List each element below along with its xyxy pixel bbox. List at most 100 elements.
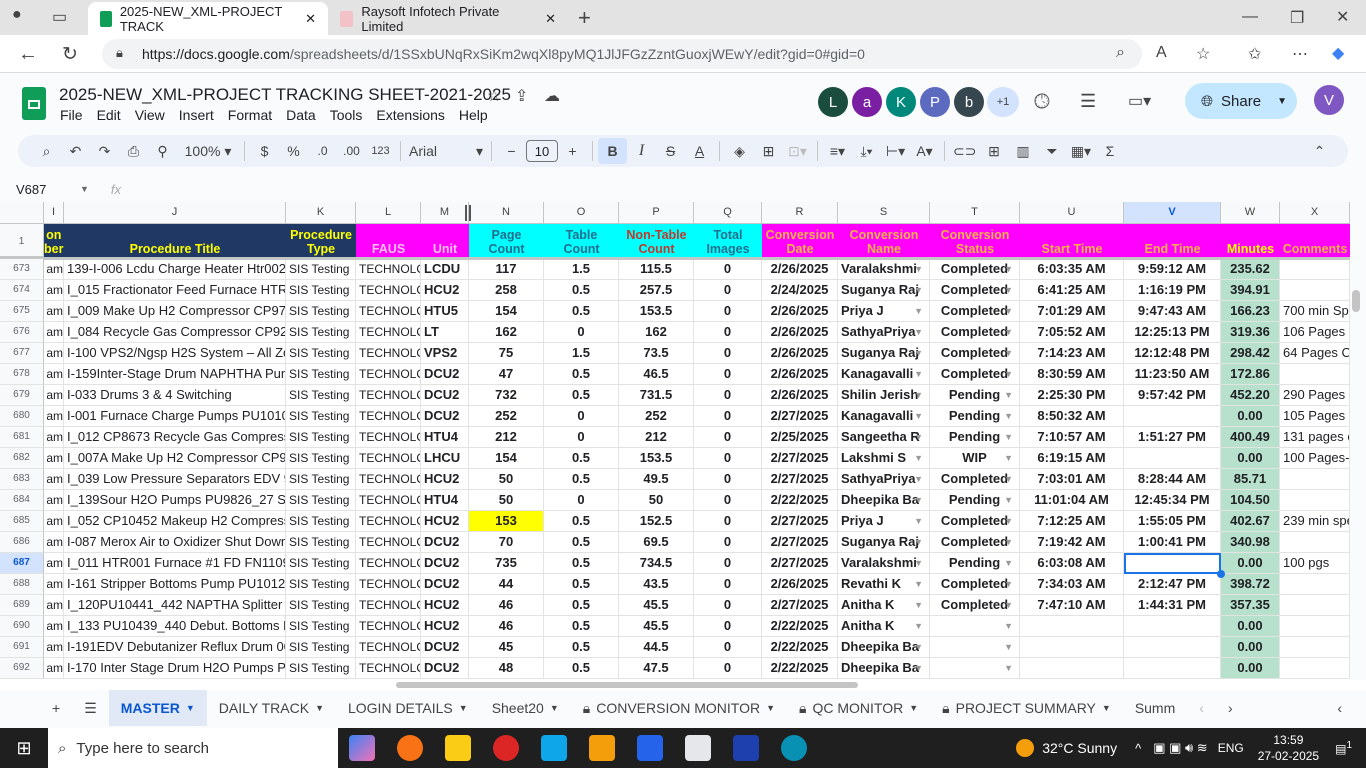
new-tab-icon[interactable]: + [578, 5, 591, 31]
row-header[interactable]: 682 [0, 448, 44, 469]
cell[interactable]: I-161 Stripper Bottoms Pump PU10128 (4 [64, 574, 286, 595]
app-icon[interactable] [589, 735, 615, 761]
cell[interactable]: 2/22/2025 [762, 616, 838, 637]
dropdown-arrow-icon[interactable]: ▼ [914, 553, 923, 573]
dropdown-arrow-icon[interactable]: ▼ [1004, 322, 1013, 342]
cell[interactable]: I-100 VPS2/Ngsp H2S System – All Zone [64, 343, 286, 364]
cell[interactable]: 0 [694, 574, 762, 595]
cell[interactable]: I-170 Inter Stage Drum H2O Pumps PU1 [64, 658, 286, 679]
cell[interactable]: TECHNOLOGY [356, 616, 421, 637]
horizontal-scrollbar-thumb[interactable] [396, 682, 858, 688]
cell[interactable]: 1:55:05 PM [1124, 511, 1221, 532]
cell[interactable]: 0 [694, 616, 762, 637]
paint-format-icon[interactable]: ⚲ [148, 138, 177, 164]
selected-cell[interactable] [1124, 553, 1221, 574]
cell[interactable]: am [44, 259, 64, 280]
cell[interactable]: 11:01:04 AM [1020, 490, 1124, 511]
cell[interactable]: LCDU [421, 259, 469, 280]
favorites-icon[interactable]: ✩ [1248, 44, 1261, 64]
cell[interactable]: 6:19:15 AM [1020, 448, 1124, 469]
cell[interactable]: TECHNOLOGY [356, 532, 421, 553]
currency-button[interactable]: $ [250, 138, 279, 164]
edge-icon[interactable] [781, 735, 807, 761]
conversion-status-dropdown[interactable]: Completed ▼ [930, 280, 1020, 301]
cell[interactable]: SIS Testing [286, 322, 356, 343]
cell[interactable]: 73.5 [619, 343, 694, 364]
cell[interactable]: I-033 Drums 3 & 4 Switching [64, 385, 286, 406]
cell[interactable]: 0 [694, 322, 762, 343]
cell[interactable]: 47.5 [619, 658, 694, 679]
column-header-S[interactable]: S [838, 202, 930, 224]
row-header[interactable]: 673 [0, 259, 44, 280]
cell[interactable]: 45.5 [619, 616, 694, 637]
conversion-status-dropdown[interactable]: ▼ [930, 658, 1020, 679]
conversion-status-dropdown[interactable]: Completed ▼ [930, 511, 1020, 532]
cell[interactable]: 2/26/2025 [762, 343, 838, 364]
row-header[interactable]: 679 [0, 385, 44, 406]
conversion-name-dropdown[interactable]: Suganya Raj ▼ [838, 280, 930, 301]
cell[interactable]: 2/25/2025 [762, 427, 838, 448]
zoom-select[interactable]: 100% ▾ [177, 138, 239, 164]
cell[interactable]: I_007A Make Up H2 Compressor CP971 [64, 448, 286, 469]
dropdown-arrow-icon[interactable]: ▼ [914, 490, 923, 510]
conversion-status-dropdown[interactable]: Completed ▼ [930, 469, 1020, 490]
minutes-cell[interactable]: 400.49 [1221, 427, 1280, 448]
cell[interactable]: 0 [694, 259, 762, 280]
cell[interactable] [1280, 616, 1350, 637]
cell[interactable]: 45.5 [619, 595, 694, 616]
cell[interactable]: 0.5 [544, 385, 619, 406]
cell[interactable]: 7:14:23 AM [1020, 343, 1124, 364]
read-aloud-icon[interactable]: A [1156, 44, 1167, 62]
cell[interactable]: 115.5 [619, 259, 694, 280]
dropdown-arrow-icon[interactable]: ▼ [1004, 364, 1013, 384]
cell[interactable]: 2/27/2025 [762, 532, 838, 553]
close-tab-icon[interactable]: ✕ [305, 11, 316, 27]
dropdown-arrow-icon[interactable]: ▼ [1004, 469, 1013, 489]
scroll-tabs-right-icon[interactable]: › [1216, 690, 1245, 726]
dropdown-arrow-icon[interactable]: ▼ [914, 616, 923, 636]
cell[interactable]: 2/26/2025 [762, 574, 838, 595]
minutes-cell[interactable]: 0.00 [1221, 616, 1280, 637]
column-header-V[interactable]: V [1124, 202, 1221, 224]
minutes-cell[interactable]: 0.00 [1221, 553, 1280, 574]
collaborator-avatar[interactable]: P [920, 87, 950, 117]
cell[interactable]: 212 [619, 427, 694, 448]
dropdown-arrow-icon[interactable]: ▼ [1004, 406, 1013, 426]
menu-data[interactable]: Data [286, 107, 316, 123]
minutes-cell[interactable]: 340.98 [1221, 532, 1280, 553]
frozen-row-divider[interactable] [44, 257, 1350, 260]
cell[interactable]: 0.5 [544, 280, 619, 301]
cell[interactable]: 100 pgs [1280, 553, 1350, 574]
insert-chart-icon[interactable]: ▥ [1008, 138, 1037, 164]
cell[interactable]: 239 min spe [1280, 511, 1350, 532]
functions-icon[interactable]: Σ [1095, 138, 1124, 164]
cell[interactable]: 0.5 [544, 595, 619, 616]
notifications-icon[interactable]: ▤1 [1335, 740, 1352, 756]
minutes-cell[interactable]: 398.72 [1221, 574, 1280, 595]
font-select[interactable]: Arial ▾ [406, 138, 486, 164]
collaborator-avatar[interactable]: K [886, 87, 916, 117]
filter-views-icon[interactable]: ▦▾ [1066, 138, 1095, 164]
cell[interactable]: 154 [469, 448, 544, 469]
cell[interactable] [1280, 574, 1350, 595]
side-panel-toggle-icon[interactable]: ‹ [1325, 690, 1354, 726]
cell[interactable]: 0 [544, 490, 619, 511]
cell[interactable]: am [44, 490, 64, 511]
dropdown-arrow-icon[interactable]: ▼ [914, 574, 923, 594]
dropdown-arrow-icon[interactable]: ▼ [1004, 637, 1013, 657]
cell[interactable]: 0 [694, 364, 762, 385]
cell[interactable]: 48 [469, 658, 544, 679]
sheet-tab-menu-icon[interactable]: ▼ [909, 703, 918, 713]
cell[interactable]: I_052 CP10452 Makeup H2 Compressor [64, 511, 286, 532]
dropdown-arrow-icon[interactable]: ▼ [1004, 511, 1013, 531]
sheet-tab-menu-icon[interactable]: ▼ [1102, 703, 1111, 713]
cell[interactable]: 2/26/2025 [762, 385, 838, 406]
sheet-tab-master[interactable]: MASTER ▼ [108, 690, 207, 726]
cell[interactable]: SIS Testing [286, 469, 356, 490]
cell[interactable]: 6:03:08 AM [1020, 553, 1124, 574]
cell[interactable]: SIS Testing [286, 280, 356, 301]
strikethrough-icon[interactable]: S [656, 138, 685, 164]
minutes-cell[interactable]: 0.00 [1221, 658, 1280, 679]
cell[interactable]: I_009 Make Up H2 Compressor CP9714 [64, 301, 286, 322]
conversion-name-dropdown[interactable]: Kanagavalli ▼ [838, 364, 930, 385]
